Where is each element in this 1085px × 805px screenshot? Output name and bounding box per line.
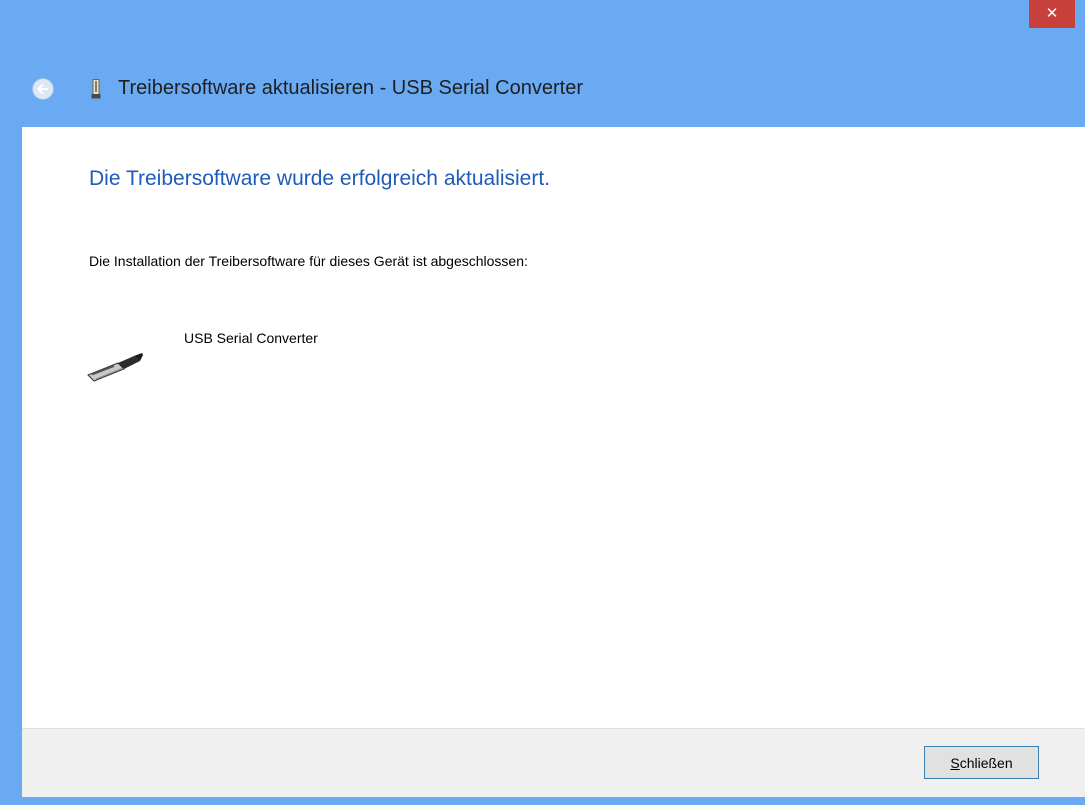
window-close-button[interactable]: ✕ — [1029, 0, 1075, 28]
close-label: chließen — [959, 754, 1013, 771]
dialog-window: ✕ Treibersoftware aktualisieren - USB Se… — [0, 0, 1085, 805]
back-button[interactable] — [32, 78, 54, 100]
device-name: USB Serial Converter — [184, 330, 318, 346]
installation-description: Die Installation der Treibersoftware für… — [89, 253, 528, 269]
navigation-bar: Treibersoftware aktualisieren - USB Seri… — [0, 66, 1085, 112]
window-bottom-border — [0, 797, 1085, 805]
dialog-title: Treibersoftware aktualisieren - USB Seri… — [118, 77, 583, 99]
close-accelerator: S — [950, 754, 960, 771]
usb-device-icon — [91, 79, 101, 99]
back-arrow-icon — [37, 83, 48, 95]
close-dialog-button[interactable]: Schließen — [924, 746, 1039, 779]
title-bar: ✕ — [0, 0, 1085, 30]
usb-plug-icon — [87, 353, 143, 382]
success-heading: Die Treibersoftware wurde erfolgreich ak… — [89, 167, 551, 190]
button-bar: Schließen — [22, 728, 1085, 797]
content-panel: Die Treibersoftware wurde erfolgreich ak… — [22, 127, 1085, 728]
